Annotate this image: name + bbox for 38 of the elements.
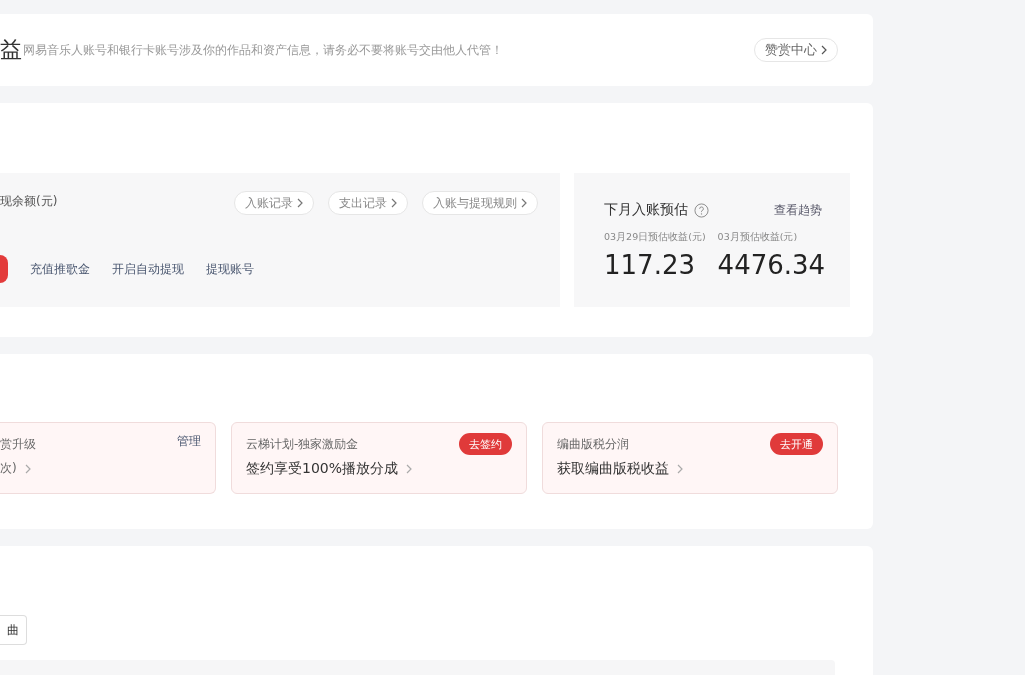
tile-action-button[interactable]: 去签约 xyxy=(459,433,512,455)
service-tile[interactable]: 编曲版税分润 去开通 获取编曲版税收益 xyxy=(542,422,838,494)
manage-link[interactable]: 管理 xyxy=(177,432,201,450)
action-link[interactable]: 开启自动提现 xyxy=(112,260,184,278)
tile-subtitle: 获取编曲版税收益 xyxy=(557,460,669,478)
record-link-button[interactable]: 入账与提现规则 xyxy=(422,191,538,215)
chevron-right-icon xyxy=(24,463,31,474)
record-link-button[interactable]: 入账记录 xyxy=(234,191,314,215)
tile-title: 赏升级 xyxy=(0,435,36,453)
notice-text: 网易音乐人账号和银行卡账号涉及你的作品和资产信息，请务必不要将账号交由他人代管！ xyxy=(22,42,504,58)
chevron-right-icon xyxy=(521,198,527,208)
service-tile[interactable]: 赏升级 管理 次) xyxy=(0,422,216,494)
action-link[interactable]: 提现账号 xyxy=(206,260,254,278)
estimate-label: 03月预估收益(元) xyxy=(717,231,799,244)
chevron-right-icon xyxy=(391,198,397,208)
estimate-title: 下月入账预估 xyxy=(604,201,688,219)
tile-subtitle: 次) xyxy=(0,460,17,477)
service-tile[interactable]: 云梯计划-独家激励金 去签约 签约享受100%播放分成 xyxy=(231,422,527,494)
estimate-value: 4476.34 xyxy=(717,250,826,280)
tile-title: 云梯计划-独家激励金 xyxy=(246,435,359,453)
withdraw-button[interactable] xyxy=(0,255,8,283)
estimate-label: 03月29日预估收益(元) xyxy=(604,231,706,244)
chevron-right-icon xyxy=(297,198,303,208)
reward-center-button[interactable]: 赞赏中心 xyxy=(754,38,838,62)
filter-button[interactable]: 曲 xyxy=(0,615,27,645)
tile-subtitle: 签约享受100%播放分成 xyxy=(246,460,399,478)
action-link[interactable]: 充值推歌金 xyxy=(30,260,90,278)
tile-action-button[interactable]: 去开通 xyxy=(770,433,823,455)
help-icon[interactable] xyxy=(694,202,709,218)
estimate-value: 117.23 xyxy=(604,250,696,280)
chevron-right-icon xyxy=(821,45,827,55)
chevron-right-icon xyxy=(406,464,413,474)
chevron-right-icon xyxy=(677,464,683,474)
record-link-button[interactable]: 支出记录 xyxy=(328,191,408,215)
page-title: 益 xyxy=(0,36,22,64)
view-trend-link[interactable]: 查看趋势 xyxy=(774,201,822,219)
tile-title: 编曲版税分润 xyxy=(557,435,629,453)
balance-label: 现余额(元) xyxy=(0,193,58,210)
